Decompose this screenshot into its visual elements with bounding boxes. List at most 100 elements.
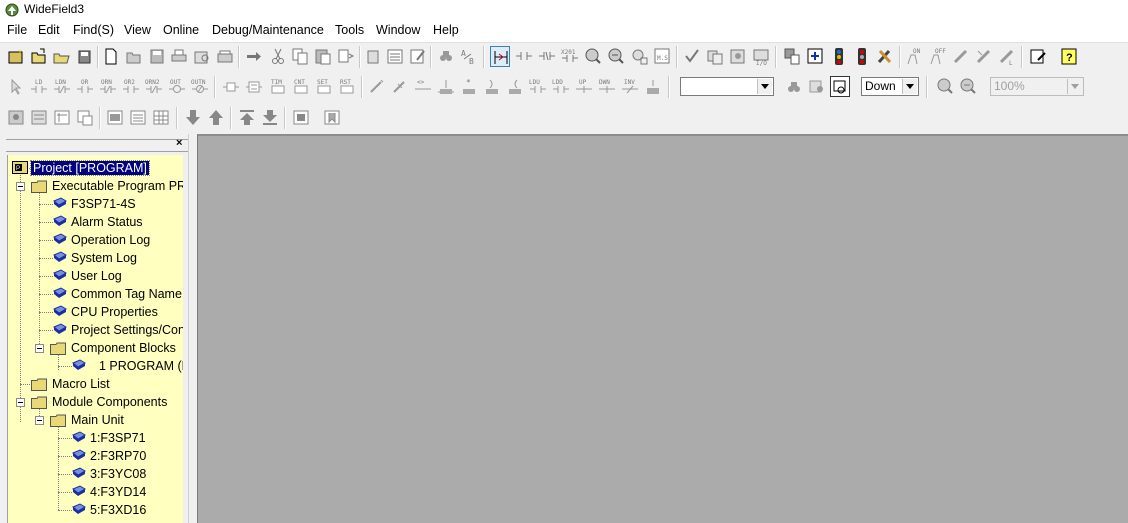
contact-insert-icon[interactable] [514, 46, 534, 67]
collapse-icon[interactable] [16, 398, 25, 407]
open-project-icon[interactable] [29, 46, 49, 67]
tree-item-cpu-properties[interactable]: CPU Properties [10, 303, 180, 321]
search-direction-combo[interactable]: Down [861, 77, 919, 96]
printer-setup-icon[interactable] [215, 46, 235, 67]
block-delete-icon[interactable] [75, 107, 95, 128]
collapse-icon[interactable] [16, 182, 25, 191]
tree-item-main-unit[interactable]: Main Unit [10, 411, 180, 429]
tools-icon[interactable] [875, 46, 895, 67]
list-icon[interactable] [385, 46, 405, 67]
find-cursor-icon[interactable] [830, 76, 850, 97]
save-icon[interactable] [147, 46, 167, 67]
chevron-down-icon[interactable] [902, 79, 917, 94]
menu-file[interactable]: File [7, 23, 27, 37]
arrow-up-icon[interactable] [206, 107, 226, 128]
move-top-icon[interactable] [237, 107, 257, 128]
orn2-contact-icon[interactable]: ORN2 [144, 76, 164, 97]
tree-item-module-4[interactable]: 4:F3YD14 [10, 483, 180, 501]
menu-view[interactable]: View [124, 23, 151, 37]
outn-coil-icon[interactable]: OUTN [190, 76, 210, 97]
orn-contact-icon[interactable]: ORN [98, 76, 118, 97]
data-monitor-icon[interactable] [974, 46, 994, 67]
close-icon[interactable]: × [176, 137, 182, 149]
ldu-icon[interactable]: LDU [528, 76, 548, 97]
tree-item-project-settings[interactable]: Project Settings/Con [10, 321, 183, 339]
replace-icon[interactable]: AB [459, 46, 479, 67]
ladder-mode-icon[interactable] [490, 46, 510, 67]
menu-debug-maintenance[interactable]: Debug/Maintenance [212, 23, 324, 37]
rst-icon[interactable]: RST [337, 76, 357, 97]
zoom-out-icon[interactable] [606, 46, 626, 67]
tree-item-system-log[interactable]: System Log [10, 249, 180, 267]
menu-tools[interactable]: Tools [335, 23, 364, 37]
draw-line-icon[interactable] [367, 76, 387, 97]
arrow-down-icon[interactable] [183, 107, 203, 128]
stop-lamp-icon[interactable] [852, 46, 872, 67]
chevron-down-icon[interactable] [1067, 79, 1082, 94]
menu-help[interactable]: Help [433, 23, 459, 37]
find-icon[interactable] [436, 46, 456, 67]
menu-find[interactable]: Find(S) [73, 23, 114, 37]
table-view-icon[interactable] [151, 107, 171, 128]
print-preview-icon[interactable] [192, 46, 212, 67]
tree-item-executable-program[interactable]: Executable Program PRC [10, 177, 183, 195]
rung-insert-icon[interactable]: X201 [560, 46, 580, 67]
select-pointer-icon[interactable] [6, 76, 26, 97]
contact-delete-icon[interactable] [537, 46, 557, 67]
tree-item-user-log[interactable]: User Log [10, 267, 180, 285]
ld-contact-icon[interactable]: LD [29, 76, 49, 97]
cut-icon[interactable] [268, 46, 288, 67]
instruction-icon[interactable] [221, 76, 241, 97]
function-block-icon[interactable] [244, 76, 264, 97]
run-lamp-icon[interactable] [829, 46, 849, 67]
inv-icon[interactable]: INV [620, 76, 640, 97]
dwn-icon[interactable]: DWN [597, 76, 617, 97]
zoom-level-combo[interactable]: 100% [990, 77, 1084, 96]
compare-instruction-icon[interactable]: <> [413, 76, 433, 97]
save-all-icon[interactable] [75, 46, 95, 67]
tree-item-module-components[interactable]: Module Components [10, 393, 180, 411]
tree-item-project-root[interactable]: P Project [PROGRAM] [10, 159, 180, 177]
branch-open-icon[interactable] [505, 76, 525, 97]
branch-close-icon[interactable] [482, 76, 502, 97]
set-icon[interactable]: SET [314, 76, 334, 97]
collapse-icon[interactable] [35, 416, 44, 425]
tree-item-operation-log[interactable]: Operation Log [10, 231, 180, 249]
paste-special-icon[interactable] [336, 46, 356, 67]
vertical-line-icon[interactable] [436, 76, 456, 97]
zoom-fit-icon[interactable] [629, 46, 649, 67]
tim-icon[interactable]: TIM [268, 76, 288, 97]
up-icon[interactable]: UP [574, 76, 594, 97]
tree-item-module-2[interactable]: 2:F3RP70 [10, 447, 180, 465]
zoom-in-icon[interactable] [935, 76, 955, 97]
delete-icon[interactable] [363, 46, 383, 67]
force-on-icon[interactable]: ON [904, 46, 924, 67]
pane-splitter[interactable] [188, 134, 197, 523]
help-icon[interactable]: ? [1059, 46, 1079, 67]
tree-item-module-1[interactable]: 1:F3SP71 [10, 429, 180, 447]
block-insert-icon[interactable] [52, 107, 72, 128]
end-instruction-icon[interactable] [643, 76, 663, 97]
expand-all-icon[interactable] [105, 107, 125, 128]
tree-item-macro-list[interactable]: Macro List [10, 375, 180, 393]
pane-grip[interactable] [6, 139, 188, 152]
check-program-icon[interactable] [682, 46, 702, 67]
device-monitor-icon[interactable]: M.S [652, 46, 672, 67]
chevron-down-icon[interactable] [757, 79, 772, 94]
tree-item-alarm-status[interactable]: Alarm Status [10, 213, 180, 231]
out-coil-icon[interactable]: OUT [167, 76, 187, 97]
bookmark-icon[interactable] [322, 107, 342, 128]
erase-line-icon[interactable] [390, 76, 410, 97]
find-replace-icon[interactable] [807, 76, 827, 97]
new-project-icon[interactable] [6, 46, 26, 67]
block-icon[interactable] [6, 107, 26, 128]
copy-icon[interactable] [290, 46, 310, 67]
data-write-icon[interactable] [951, 46, 971, 67]
edit-comment-icon[interactable] [408, 46, 428, 67]
ldn-contact-icon[interactable]: LDN [52, 76, 72, 97]
properties-icon[interactable] [1028, 46, 1048, 67]
differential-icon[interactable]: * [459, 76, 479, 97]
paste-icon[interactable] [313, 46, 333, 67]
menu-edit[interactable]: Edit [38, 23, 60, 37]
new-file-icon[interactable] [101, 46, 121, 67]
